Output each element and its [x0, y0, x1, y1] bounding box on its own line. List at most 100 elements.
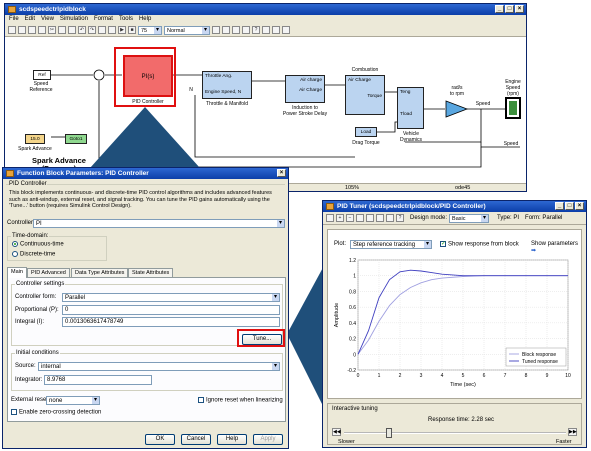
- properties-icon[interactable]: [282, 26, 290, 34]
- faster-button[interactable]: ▶▶: [568, 428, 577, 436]
- library-icon[interactable]: [98, 26, 106, 34]
- initial-conditions-group: Initial conditions Source: internal Inte…: [11, 350, 283, 391]
- slower-button[interactable]: ◀◀: [332, 428, 341, 436]
- close-icon[interactable]: ×: [515, 5, 524, 13]
- menu-item-view[interactable]: View: [41, 15, 54, 24]
- speed-reference-block[interactable]: Ref: [33, 70, 51, 80]
- source-select[interactable]: internal: [38, 362, 280, 371]
- gain-block[interactable]: [445, 100, 469, 118]
- combustion-block[interactable]: Air Charge Torque: [345, 75, 385, 115]
- step-response-chart[interactable]: 0 1 2 3 4 5 6 7 8 9 10-0.200.20.40.60.811.2Time (s…: [328, 252, 583, 402]
- integral-label: Integral (I):: [15, 319, 45, 325]
- debug-icon[interactable]: [232, 26, 240, 34]
- show-block-response-label: Show response from block: [448, 241, 519, 248]
- discrete-radio[interactable]: Discrete-time: [12, 251, 55, 258]
- model-explorer-icon[interactable]: [108, 26, 116, 34]
- cut-icon[interactable]: ✂: [48, 26, 56, 34]
- apply-button[interactable]: Apply: [253, 434, 283, 445]
- integrator-input[interactable]: 8.9768: [44, 375, 152, 385]
- menu-item-edit[interactable]: Edit: [25, 15, 35, 24]
- menu-item-format[interactable]: Format: [94, 15, 113, 24]
- ok-button[interactable]: OK: [145, 434, 175, 445]
- induction-block[interactable]: Air charge Air Charge: [285, 75, 325, 103]
- show-block-response-checkbox[interactable]: Show response from block: [440, 240, 519, 248]
- help-button[interactable]: Help: [217, 434, 247, 445]
- show-parameters-label: Show parameters: [531, 241, 579, 247]
- zoom-in-icon[interactable]: +: [336, 214, 344, 222]
- help-icon[interactable]: ?: [252, 26, 260, 34]
- build-icon[interactable]: [212, 26, 220, 34]
- dialog-close-icon[interactable]: ×: [277, 169, 286, 177]
- menu-item-simulation[interactable]: Simulation: [60, 15, 88, 24]
- plot-select[interactable]: Step reference tracking: [350, 240, 432, 249]
- x-tick-label: 5: [462, 373, 465, 379]
- undo-icon[interactable]: ↶: [78, 26, 86, 34]
- pan-icon[interactable]: [356, 214, 364, 222]
- dialog-titlebar: Function Block Parameters: PID Controlle…: [3, 168, 288, 179]
- open-icon[interactable]: [18, 26, 26, 34]
- show-block-response-check[interactable]: [440, 240, 446, 247]
- speed-signal-label: Speed: [475, 101, 491, 107]
- import-icon[interactable]: [326, 214, 334, 222]
- response-time-slider-track[interactable]: [344, 432, 566, 434]
- sim-mode-select[interactable]: Normal: [164, 25, 210, 35]
- tuner-maximize-icon[interactable]: □: [565, 202, 574, 210]
- menu-item-file[interactable]: File: [9, 15, 19, 24]
- zoom-out-icon[interactable]: −: [346, 214, 354, 222]
- sum-block: [93, 69, 105, 81]
- integral-input[interactable]: 0.0013063617478749: [62, 317, 280, 327]
- main-tab-panel: Controller settings Controller form: Par…: [7, 277, 286, 422]
- vehicle-dynamics-block[interactable]: Teng Tload: [397, 87, 424, 129]
- cancel-button[interactable]: Cancel: [181, 434, 211, 445]
- engine-speed-scope[interactable]: [505, 97, 521, 119]
- zero-crossing-checkbox[interactable]: Enable zero-crossing detection: [11, 409, 101, 416]
- y-axis-label: Amplitude: [334, 303, 340, 327]
- external-reset-select[interactable]: none: [46, 396, 100, 405]
- paste-icon[interactable]: [68, 26, 76, 34]
- new-file-icon[interactable]: [8, 26, 16, 34]
- tab-main[interactable]: Main: [7, 267, 27, 278]
- speed-output-label: Speed: [503, 141, 519, 147]
- maximize-icon[interactable]: □: [505, 5, 514, 13]
- tuner-help-icon[interactable]: ?: [396, 214, 404, 222]
- continuous-radio-button[interactable]: [12, 241, 18, 247]
- signal-icon[interactable]: [272, 26, 280, 34]
- spark-advance-constant[interactable]: 15.0: [25, 134, 45, 144]
- controller-form-select[interactable]: Parallel: [62, 293, 280, 302]
- export-icon[interactable]: [386, 214, 394, 222]
- controller-select[interactable]: PI: [33, 219, 285, 228]
- continuous-radio[interactable]: Continuous-time: [12, 241, 64, 248]
- redo-icon[interactable]: ↷: [88, 26, 96, 34]
- tuner-minimize-icon[interactable]: _: [555, 202, 564, 210]
- discrete-radio-button[interactable]: [12, 251, 18, 257]
- design-mode-select[interactable]: Basic: [449, 213, 490, 223]
- goto-block[interactable]: Goto1: [65, 134, 87, 144]
- menu-item-tools[interactable]: Tools: [119, 15, 133, 24]
- proportional-input[interactable]: 0: [62, 305, 280, 315]
- start-icon[interactable]: ▶: [118, 26, 126, 34]
- print-icon[interactable]: [38, 26, 46, 34]
- legend-label-2: Tuned response: [522, 359, 558, 365]
- dialog-title: Function Block Parameters: PID Controlle…: [17, 170, 149, 177]
- stop-time-input[interactable]: 75: [138, 25, 162, 35]
- save-icon[interactable]: [28, 26, 36, 34]
- update-block-icon[interactable]: [376, 214, 384, 222]
- model-canvas[interactable]: Ref Speed Reference PI(s) PID Controller…: [5, 37, 526, 183]
- response-time-slider-thumb[interactable]: [386, 428, 392, 438]
- stop-icon[interactable]: ■: [128, 26, 136, 34]
- y-tick-label: 1: [353, 274, 356, 280]
- find-icon[interactable]: [242, 26, 250, 34]
- tuner-close-icon[interactable]: ×: [575, 202, 584, 210]
- ignore-reset-checkbox[interactable]: Ignore reset when linearizing: [198, 397, 283, 404]
- update-icon[interactable]: [222, 26, 230, 34]
- response-time-label: Response time: 2.28 sec: [428, 417, 495, 423]
- data-cursor-icon[interactable]: [366, 214, 374, 222]
- minimize-icon[interactable]: _: [495, 5, 504, 13]
- scope-icon[interactable]: [262, 26, 270, 34]
- zero-crossing-check[interactable]: [11, 409, 17, 415]
- menu-item-help[interactable]: Help: [139, 15, 151, 24]
- ignore-reset-check[interactable]: [198, 397, 204, 403]
- throttle-manifold-block[interactable]: Throttle Ang. Engine Speed, N: [202, 71, 252, 99]
- load-block[interactable]: Load: [355, 127, 377, 137]
- copy-icon[interactable]: [58, 26, 66, 34]
